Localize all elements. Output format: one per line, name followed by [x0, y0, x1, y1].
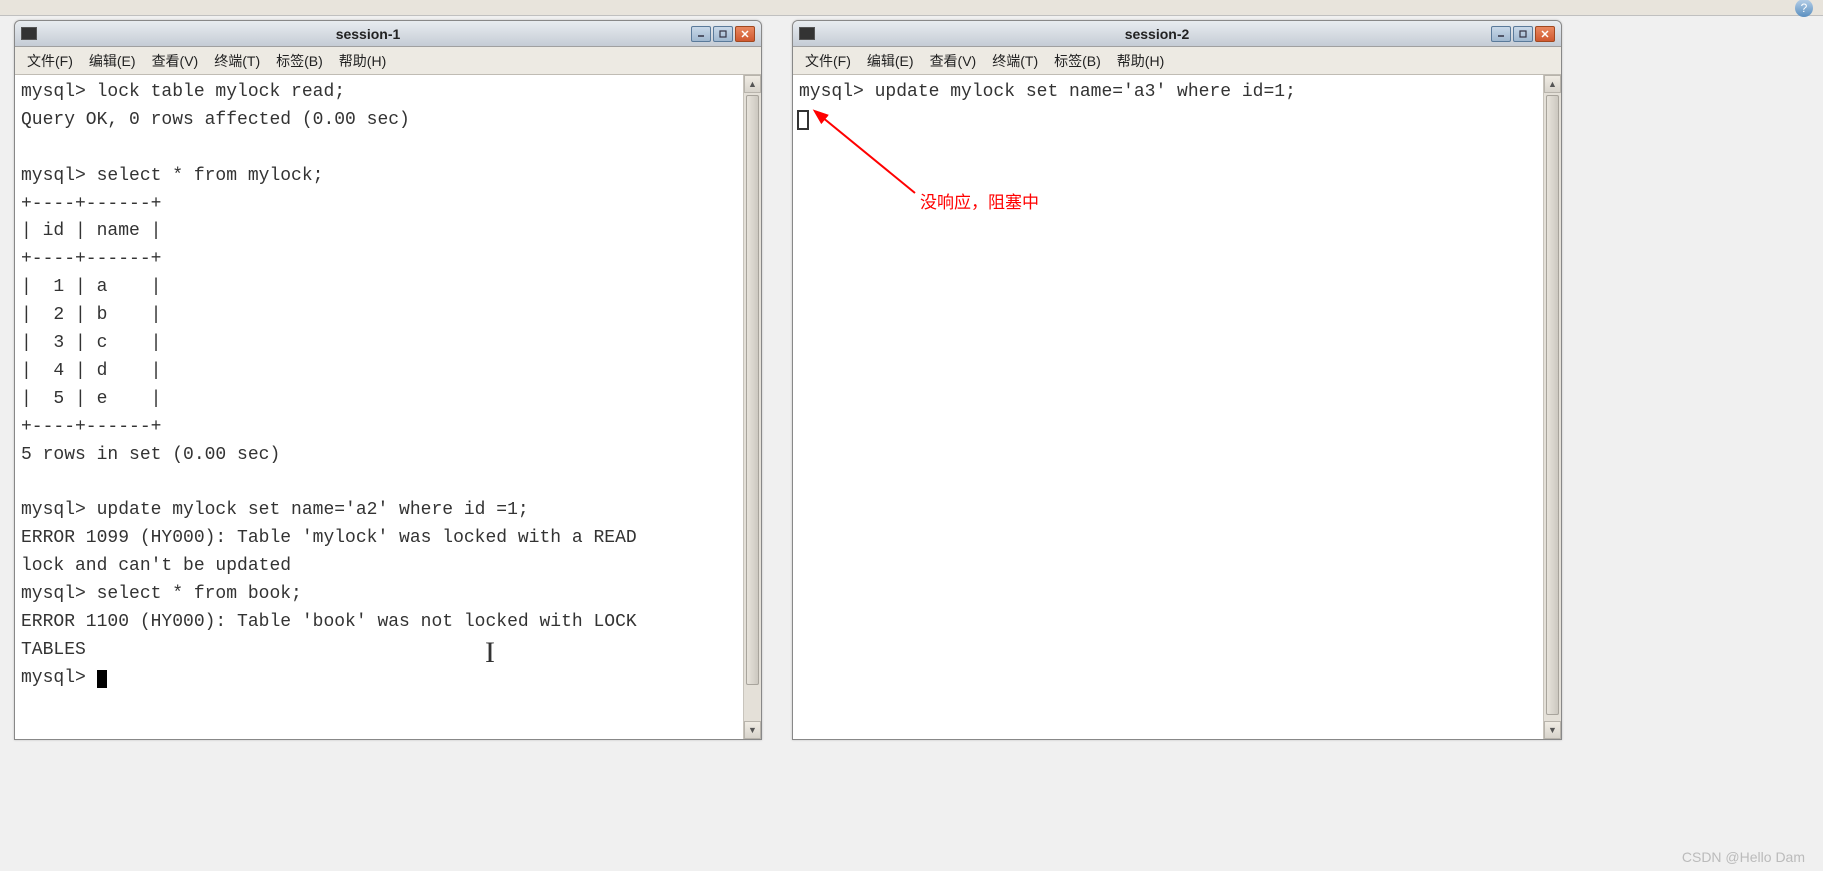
terminal-output[interactable]: mysql> update mylock set name='a3' where…: [793, 75, 1543, 739]
text-caret-icon: I: [485, 630, 495, 677]
menubar: 文件(F) 编辑(E) 查看(V) 终端(T) 标签(B) 帮助(H): [15, 47, 761, 75]
menu-tabs[interactable]: 标签(B): [268, 48, 331, 74]
menu-help[interactable]: 帮助(H): [1109, 48, 1172, 74]
scroll-up-button[interactable]: ▲: [744, 75, 761, 93]
menu-view[interactable]: 查看(V): [144, 48, 207, 74]
close-button[interactable]: [735, 26, 755, 42]
terminal-window-session-1: session-1 文件(F) 编辑(E) 查看(V) 终端(T) 标签(B) …: [14, 20, 762, 740]
cursor: [97, 670, 107, 688]
menubar: 文件(F) 编辑(E) 查看(V) 终端(T) 标签(B) 帮助(H): [793, 47, 1561, 75]
minimize-button[interactable]: [691, 26, 711, 42]
scrollbar[interactable]: ▲ ▼: [743, 75, 761, 739]
titlebar[interactable]: session-1: [15, 21, 761, 47]
maximize-button[interactable]: [1513, 26, 1533, 42]
annotation-text: 没响应，阻塞中: [920, 188, 1039, 213]
minimize-button[interactable]: [1491, 26, 1511, 42]
menu-edit[interactable]: 编辑(E): [81, 48, 144, 74]
help-icon[interactable]: ?: [1795, 0, 1813, 17]
window-title: session-1: [45, 26, 691, 42]
scroll-up-button[interactable]: ▲: [1544, 75, 1561, 93]
terminal-output[interactable]: mysql> lock table mylock read; Query OK,…: [15, 75, 743, 739]
scroll-down-button[interactable]: ▼: [744, 721, 761, 739]
menu-terminal[interactable]: 终端(T): [206, 48, 268, 74]
maximize-button[interactable]: [713, 26, 733, 42]
titlebar[interactable]: session-2: [793, 21, 1561, 47]
terminal-text: mysql> update mylock set name='a3' where…: [799, 82, 1296, 102]
menu-view[interactable]: 查看(V): [922, 48, 985, 74]
scroll-down-button[interactable]: ▼: [1544, 721, 1561, 739]
watermark: CSDN @Hello Dam: [1682, 849, 1805, 865]
scroll-thumb[interactable]: [1546, 95, 1559, 715]
terminal-text: mysql> lock table mylock read; Query OK,…: [21, 82, 637, 688]
scrollbar[interactable]: ▲ ▼: [1543, 75, 1561, 739]
terminal-icon: [21, 27, 37, 40]
menu-help[interactable]: 帮助(H): [331, 48, 394, 74]
menu-file[interactable]: 文件(F): [797, 48, 859, 74]
terminal-icon: [799, 27, 815, 40]
terminal-window-session-2: session-2 文件(F) 编辑(E) 查看(V) 终端(T) 标签(B) …: [792, 20, 1562, 740]
window-title: session-2: [823, 26, 1491, 42]
menu-tabs[interactable]: 标签(B): [1046, 48, 1109, 74]
desktop-toolbar: ?: [0, 0, 1823, 16]
menu-edit[interactable]: 编辑(E): [859, 48, 922, 74]
menu-file[interactable]: 文件(F): [19, 48, 81, 74]
close-button[interactable]: [1535, 26, 1555, 42]
scroll-thumb[interactable]: [746, 95, 759, 685]
cursor: [797, 110, 809, 130]
menu-terminal[interactable]: 终端(T): [984, 48, 1046, 74]
